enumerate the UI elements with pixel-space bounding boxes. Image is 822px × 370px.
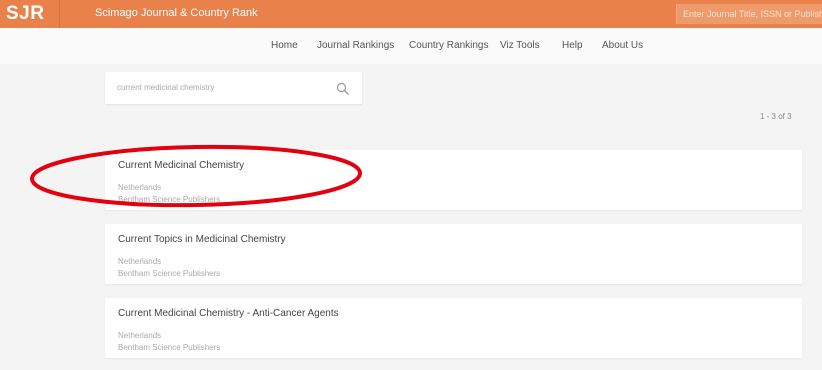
search-icon[interactable]	[336, 82, 350, 96]
nav-viz-tools[interactable]: Viz Tools	[500, 40, 540, 51]
sjr-logo[interactable]: SJR	[6, 3, 44, 25]
results-count: 1 - 3 of 3	[760, 112, 792, 121]
nav-about-us[interactable]: About Us	[602, 40, 643, 51]
result-publisher: Bentham Science Publishers	[118, 269, 221, 278]
main-nav: Home Journal Rankings Country Rankings V…	[0, 28, 822, 64]
result-card[interactable]: Current Medicinal Chemistry Netherlands …	[105, 150, 802, 210]
result-publisher: Bentham Science Publishers	[118, 195, 221, 204]
result-publisher: Bentham Science Publishers	[118, 343, 221, 352]
search-input[interactable]: current medicinal chemistry	[117, 83, 214, 92]
result-country: Netherlands	[118, 257, 162, 266]
logo-divider	[59, 0, 60, 28]
site-title[interactable]: Scimago Journal & Country Rank	[95, 7, 258, 19]
result-country: Netherlands	[118, 183, 162, 192]
result-title[interactable]: Current Medicinal Chemistry	[118, 160, 244, 171]
result-card[interactable]: Current Medicinal Chemistry - Anti-Cance…	[105, 298, 802, 358]
result-title[interactable]: Current Medicinal Chemistry - Anti-Cance…	[118, 308, 339, 319]
nav-help[interactable]: Help	[562, 40, 583, 51]
result-country: Netherlands	[118, 331, 162, 340]
header-search-input[interactable]: Enter Journal Title, ISSN or Publisher N	[676, 4, 822, 24]
top-bar: SJR Scimago Journal & Country Rank Enter…	[0, 0, 822, 28]
nav-journal-rankings[interactable]: Journal Rankings	[317, 40, 394, 51]
result-title[interactable]: Current Topics in Medicinal Chemistry	[118, 234, 286, 245]
nav-home[interactable]: Home	[271, 40, 298, 51]
nav-country-rankings[interactable]: Country Rankings	[409, 40, 488, 51]
result-card[interactable]: Current Topics in Medicinal Chemistry Ne…	[105, 224, 802, 284]
journal-search-box[interactable]: current medicinal chemistry	[105, 72, 362, 104]
